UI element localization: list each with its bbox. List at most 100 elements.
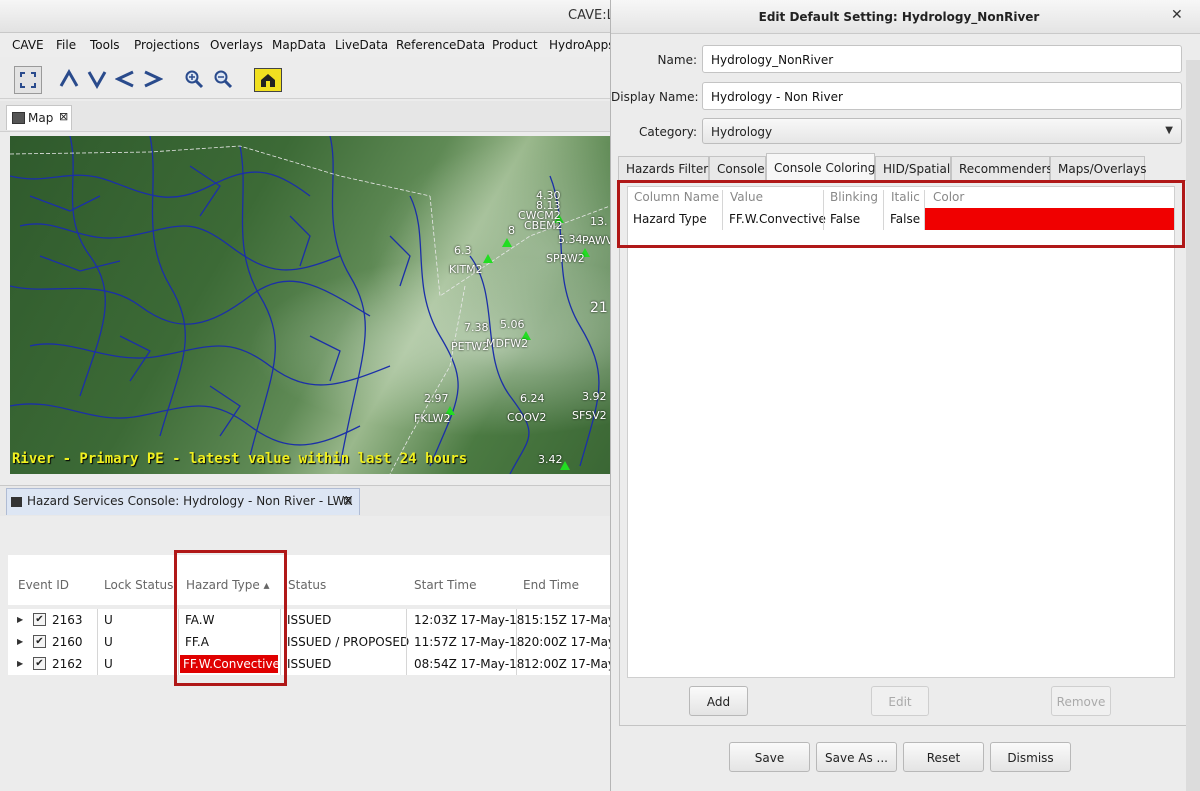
tab-hazard-services-console[interactable]: Hazard Services Console: Hydrology - Non… [6,488,360,515]
cave-menubar: CAVE File Tools Projections Overlays Map… [0,33,620,57]
annotation-box [617,180,1185,248]
tab-console-coloring[interactable]: Console Coloring [766,153,875,181]
menu-product[interactable]: Product [492,38,538,52]
station-id: FKLW2 [414,412,451,425]
category-value: Hydrology [711,125,773,139]
display-name-label: Display Name: [611,90,699,104]
category-select[interactable]: Hydrology ▼ [702,118,1182,144]
tab-hid-spatial[interactable]: HID/Spatial [875,156,951,180]
column-divider [97,609,98,675]
table-row[interactable]: ▶ ✔ 2163 U FA.W ISSUED 12:03Z 17-May-18 … [8,609,620,631]
edit-default-setting-dialog: Edit Default Setting: Hydrology_NonRiver… [610,0,1200,791]
event-id: 2160 [52,635,83,649]
tab-hazards-filter[interactable]: Hazards Filter [618,156,709,180]
map-display[interactable]: 4.30 8.13 CWCM2 13. CBEM2 5.34 PAWV 6.3 … [10,136,615,474]
station-value: 3.42 [538,453,563,466]
edit-button[interactable]: Edit [871,686,929,716]
menu-mapdata[interactable]: MapData [272,38,326,52]
column-divider [406,609,407,675]
start-time: 12:03Z 17-May-18 [414,613,525,627]
event-id: 2162 [52,657,83,671]
station-id: CBEM2 [524,219,563,232]
event-status: ISSUED [287,613,332,627]
menu-projections[interactable]: Projections [134,38,200,52]
station-value: 6.24 [520,392,545,405]
station-value: 3.92 [582,390,607,403]
pan-up-icon[interactable] [56,66,82,92]
menu-file[interactable]: File [56,38,76,52]
expand-icon[interactable]: ▶ [17,637,23,646]
save-as-button[interactable]: Save As ... [816,742,897,772]
pan-left-icon[interactable] [112,66,138,92]
menu-tools[interactable]: Tools [90,38,120,52]
event-status: ISSUED / PROPOSED [287,635,410,649]
expand-icon[interactable]: ▶ [17,659,23,668]
dialog-title-bar: Edit Default Setting: Hydrology_NonRiver… [611,0,1200,34]
station-id: PAWV [582,234,614,247]
tab-map[interactable]: Map ⊠ [6,105,72,130]
cave-window: CAVE:L CAVE File Tools Projections Overl… [0,0,620,791]
tab-console[interactable]: Console [709,156,766,180]
close-icon[interactable]: ✕ [1171,7,1183,23]
end-time: 15:15Z 17-May- [524,613,620,627]
column-header-status[interactable]: Status [288,578,326,592]
coloring-rules-table[interactable] [627,186,1175,678]
background-window-edge [1186,60,1200,791]
menu-livedata[interactable]: LiveData [335,38,388,52]
zoom-out-icon[interactable] [210,66,236,92]
station-value: 21 [590,300,608,316]
chevron-down-icon: ▼ [1165,125,1173,136]
expand-icon[interactable]: ▶ [17,615,23,624]
station-id: MDFW2 [486,337,529,350]
map-tabbar: Map ⊠ [0,101,620,132]
row-checkbox[interactable]: ✔ [33,657,46,670]
save-button[interactable]: Save [729,742,810,772]
tab-maps-overlays[interactable]: Maps/Overlays [1050,156,1147,180]
station-value: 13. [590,215,608,228]
station-id: PETW2 [451,340,490,353]
close-icon[interactable]: ⊠ [59,110,68,123]
column-header-end-time[interactable]: End Time [523,578,579,592]
start-time: 11:57Z 17-May-18 [414,635,525,649]
start-time: 08:54Z 17-May-18 [414,657,525,671]
station-id: COOV2 [507,411,547,424]
name-field[interactable]: Hydrology_NonRiver [702,45,1182,73]
menu-overlays[interactable]: Overlays [210,38,263,52]
home-icon[interactable] [254,68,282,92]
lock-status: U [104,657,113,671]
station-value: 5.34 [558,233,583,246]
menu-hydroapps[interactable]: HydroApps [549,38,614,52]
zoom-to-fit-icon[interactable] [14,66,42,94]
pan-down-icon[interactable] [84,66,110,92]
dismiss-button[interactable]: Dismiss [990,742,1071,772]
menu-cave[interactable]: CAVE [12,38,44,52]
table-row[interactable]: ▶ ✔ 2162 U FF.W.Convective ISSUED 08:54Z… [8,653,620,675]
display-name-field[interactable]: Hydrology - Non River [702,82,1182,110]
column-divider [516,609,517,675]
add-button[interactable]: Add [689,686,748,716]
reset-button[interactable]: Reset [903,742,984,772]
table-row[interactable]: ▶ ✔ 2160 U FF.A ISSUED / PROPOSED 11:57Z… [8,631,620,653]
station-value: 2.97 [424,392,449,405]
menu-referencedata[interactable]: ReferenceData [396,38,485,52]
station-value: 6.3 [454,244,472,257]
column-header-start-time[interactable]: Start Time [414,578,477,592]
column-header-event-id[interactable]: Event ID [18,578,69,592]
end-time: 12:00Z 17-May- [524,657,620,671]
row-checkbox[interactable]: ✔ [33,635,46,648]
end-time: 20:00Z 17-May- [524,635,620,649]
pan-right-icon[interactable] [140,66,166,92]
station-value: 5.06 [500,318,525,331]
tab-map-label: Map [28,111,54,125]
zoom-in-icon[interactable] [181,66,207,92]
station-id: KITM2 [449,263,483,276]
close-icon[interactable]: ⊠ [343,494,352,507]
category-label: Category: [639,125,697,139]
column-header-lock-status[interactable]: Lock Status [104,578,173,592]
remove-button[interactable]: Remove [1051,686,1111,716]
lock-status: U [104,635,113,649]
tab-recommenders[interactable]: Recommenders [951,156,1053,180]
cave-window-title: CAVE:L [568,8,614,23]
row-checkbox[interactable]: ✔ [33,613,46,626]
map-legend-caption: River - Primary PE - latest value within… [12,451,468,467]
